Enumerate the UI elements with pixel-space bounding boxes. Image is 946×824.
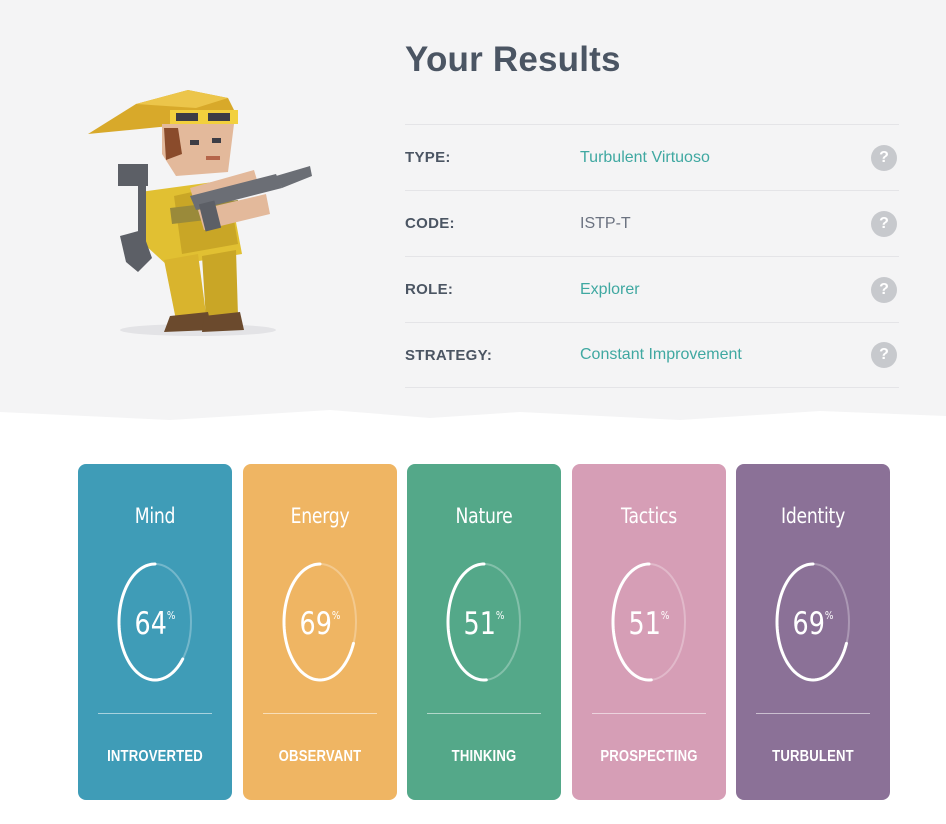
result-row-code: CODE: ISTP-T ? [405,190,899,256]
trait-cards: Mind 64% INTROVERTED Energy 69% OBSERVAN… [78,464,890,800]
strategy-value-link[interactable]: Constant Improvement [580,346,871,364]
trait-card-nature[interactable]: Nature 51% THINKING [407,464,561,800]
help-icon[interactable]: ? [871,276,897,303]
card-name: Tactics [620,504,677,528]
card-percent: 51% [463,606,505,642]
explorer-character-illustration [88,90,312,336]
card-trait: OBSERVANT [278,748,361,765]
card-divider [262,713,377,714]
card-name: Nature [455,504,513,528]
trait-card-tactics[interactable]: Tactics 51% PROSPECTING [571,464,726,800]
result-row-type: TYPE: Turbulent Virtuoso ? [405,124,899,190]
role-value-link[interactable]: Explorer [580,281,871,299]
band-wave-edge [0,408,946,420]
card-divider [591,713,706,714]
card-percent: 64% [134,606,176,642]
card-percent: 69% [299,606,340,642]
trait-card-energy[interactable]: Energy 69% OBSERVANT [242,464,397,800]
code-value: ISTP-T [580,214,631,232]
help-icon[interactable]: ? [871,342,897,368]
card-trait: INTROVERTED [107,748,203,765]
help-icon[interactable]: ? [871,210,897,237]
card-trait: THINKING [451,748,517,765]
type-value-link[interactable]: Turbulent Virtuoso [580,149,871,167]
code-label: CODE: [405,215,455,232]
card-divider [427,713,541,714]
results-title: Your Results [405,40,621,79]
role-label: ROLE: [405,281,454,298]
card-trait: TURBULENT [772,748,854,765]
result-row-strategy: STRATEGY: Constant Improvement ? [405,322,899,388]
help-icon[interactable]: ? [871,144,897,171]
card-trait: PROSPECTING [599,748,698,765]
trait-card-mind[interactable]: Mind 64% INTROVERTED [78,464,232,800]
type-label: TYPE: [405,149,451,166]
card-name: Identity [780,504,846,528]
results-table: TYPE: Turbulent Virtuoso ? CODE: ISTP-T … [405,124,899,388]
card-divider [98,713,212,714]
strategy-label: STRATEGY: [405,346,493,364]
card-divider [756,713,870,714]
trait-card-identity[interactable]: Identity 69% TURBULENT [736,464,890,800]
result-row-role: ROLE: Explorer ? [405,256,899,322]
card-percent: 69% [792,606,834,642]
card-name: Mind [134,504,176,528]
card-percent: 51% [628,606,669,642]
card-name: Energy [290,504,349,528]
